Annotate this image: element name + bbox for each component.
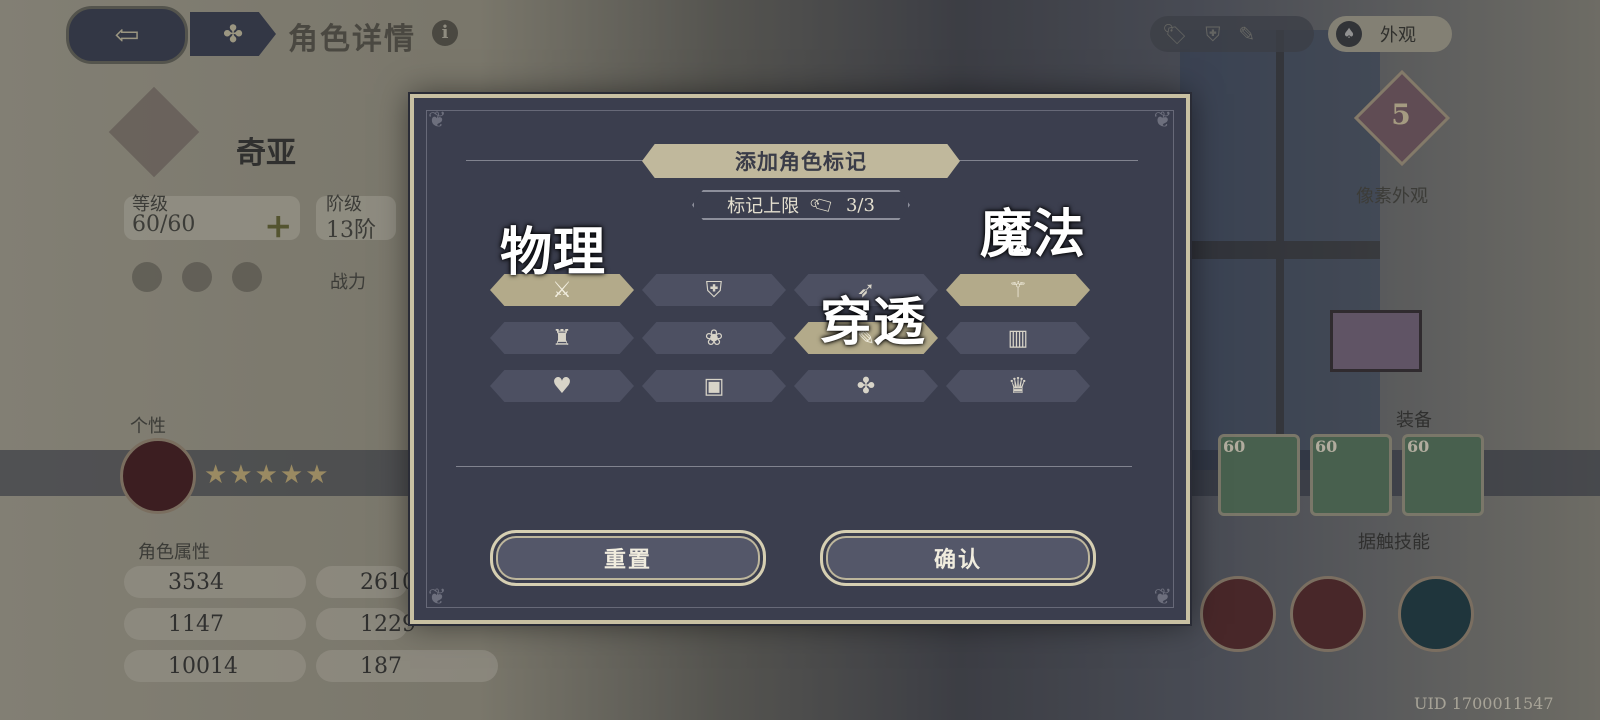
shield-icon: ⛨ xyxy=(705,277,723,303)
tag-icon: 🏷 xyxy=(807,190,838,220)
mark-limit-label: 标记上限 xyxy=(727,196,800,217)
tag-option-book[interactable]: ▥ xyxy=(946,322,1090,354)
trophy-icon: ♛ xyxy=(1008,373,1028,399)
corner-ornament-icon: ❦ xyxy=(428,585,447,610)
heart-icon: ♥ xyxy=(552,373,572,399)
confirm-button[interactable]: 确认 xyxy=(820,530,1096,586)
mark-limit-pill: 标记上限 🏷 3/3 xyxy=(692,190,910,220)
pierce-overlay-label: 穿透 xyxy=(820,293,927,353)
magic-overlay-label: 魔法 xyxy=(980,205,1087,265)
tag-option-shield[interactable]: ⛨ xyxy=(642,274,786,306)
book-icon: ▥ xyxy=(1007,325,1029,351)
corner-ornament-icon: ❦ xyxy=(1153,585,1172,610)
bottom-divider xyxy=(456,466,1132,467)
tag-option-clover[interactable]: ✤ xyxy=(794,370,938,402)
physical-overlay-label: 物理 xyxy=(500,223,607,283)
dialog-title: 添加角色标记 xyxy=(642,144,960,178)
corner-ornament-icon: ❦ xyxy=(1153,108,1172,133)
tag-option-tower[interactable]: ♜ xyxy=(490,322,634,354)
reset-button[interactable]: 重置 xyxy=(490,530,766,586)
chest-icon: ▣ xyxy=(703,373,725,399)
tag-option-chest[interactable]: ▣ xyxy=(642,370,786,402)
mark-limit-value: 3/3 xyxy=(845,194,875,216)
tag-option-paw[interactable]: ❀ xyxy=(642,322,786,354)
tag-option-trophy[interactable]: ♛ xyxy=(946,370,1090,402)
corner-ornament-icon: ❦ xyxy=(428,108,447,133)
clover-icon: ✤ xyxy=(856,373,876,399)
staff-icon: ⚚ xyxy=(1008,277,1028,303)
paw-icon: ❀ xyxy=(704,325,724,351)
add-character-mark-dialog: ❦ ❦ ❦ ❦ 添加角色标记 标记上限 🏷 3/3 ⚔ ⛨ ➶ ⚚ ♜ ❀ ✎ ▥ ♥ ▣ ✤ ♛ 物… xyxy=(410,94,1190,624)
tag-option-heart[interactable]: ♥ xyxy=(490,370,634,402)
tag-option-staff[interactable]: ⚚ xyxy=(946,274,1090,306)
tower-icon: ♜ xyxy=(552,325,572,351)
